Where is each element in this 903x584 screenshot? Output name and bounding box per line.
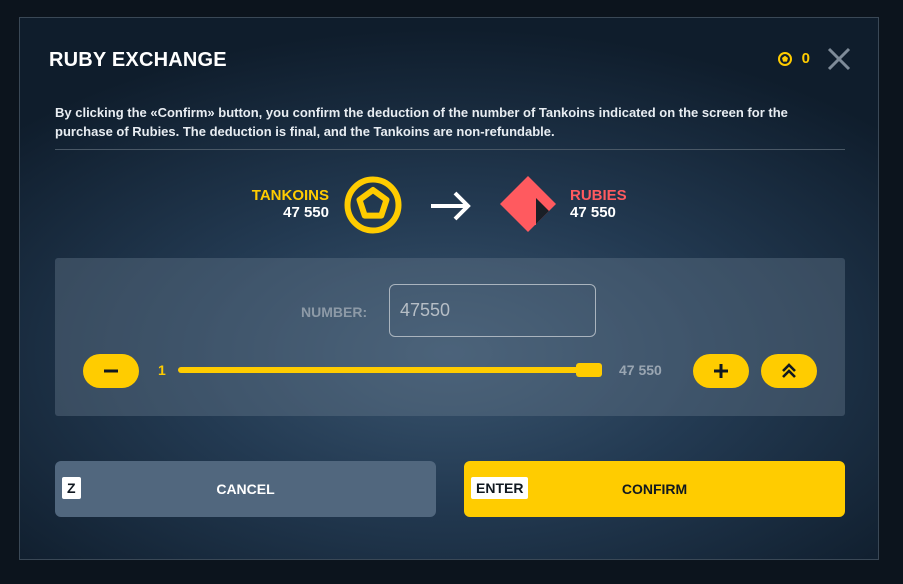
ruby-icon [500, 176, 556, 232]
number-label: NUMBER: [301, 304, 368, 320]
decrease-button[interactable] [83, 354, 139, 388]
cancel-hotkey: Z [62, 477, 81, 499]
confirm-button[interactable]: ENTER CONFIRM [464, 461, 845, 517]
tankoins-label: TANKOINS [251, 187, 329, 204]
close-icon[interactable] [826, 46, 852, 72]
tankoins-amount: 47 550 [283, 204, 329, 221]
slider-thumb[interactable] [576, 363, 602, 377]
number-input[interactable] [389, 284, 596, 337]
slider-fill [178, 367, 589, 373]
amount-slider[interactable] [178, 363, 602, 377]
amount-panel: NUMBER: 1 47 550 [55, 258, 845, 416]
increase-button[interactable] [693, 354, 749, 388]
rubies-label: RUBIES [570, 187, 627, 204]
balance-indicator: 0 [777, 50, 810, 67]
slider-max-label: 47 550 [619, 362, 662, 378]
cancel-label: CANCEL [216, 481, 275, 497]
coin-icon [777, 51, 792, 66]
tankoins-summary: TANKOINS 47 550 [252, 187, 329, 221]
balance-value: 0 [801, 50, 810, 67]
max-button[interactable] [761, 354, 817, 388]
confirm-label: CONFIRM [621, 481, 688, 497]
confirm-hotkey: ENTER [471, 477, 529, 499]
description-text: By clicking the «Confirm» button, you co… [55, 105, 788, 139]
double-chevron-up-icon [782, 363, 796, 378]
ruby-exchange-dialog: RUBY EXCHANGE 0 By clicking the «Confirm… [19, 17, 879, 560]
minus-icon [104, 369, 118, 373]
slider-min-label: 1 [158, 362, 166, 378]
tankoin-icon [344, 176, 402, 234]
rubies-summary: RUBIES 47 550 [570, 187, 627, 221]
plus-icon [714, 364, 728, 378]
rubies-amount: 47 550 [570, 204, 616, 221]
arrow-right-icon [431, 191, 471, 221]
divider [55, 149, 845, 150]
dialog-title: RUBY EXCHANGE [49, 49, 227, 71]
cancel-button[interactable]: Z CANCEL [55, 461, 436, 517]
